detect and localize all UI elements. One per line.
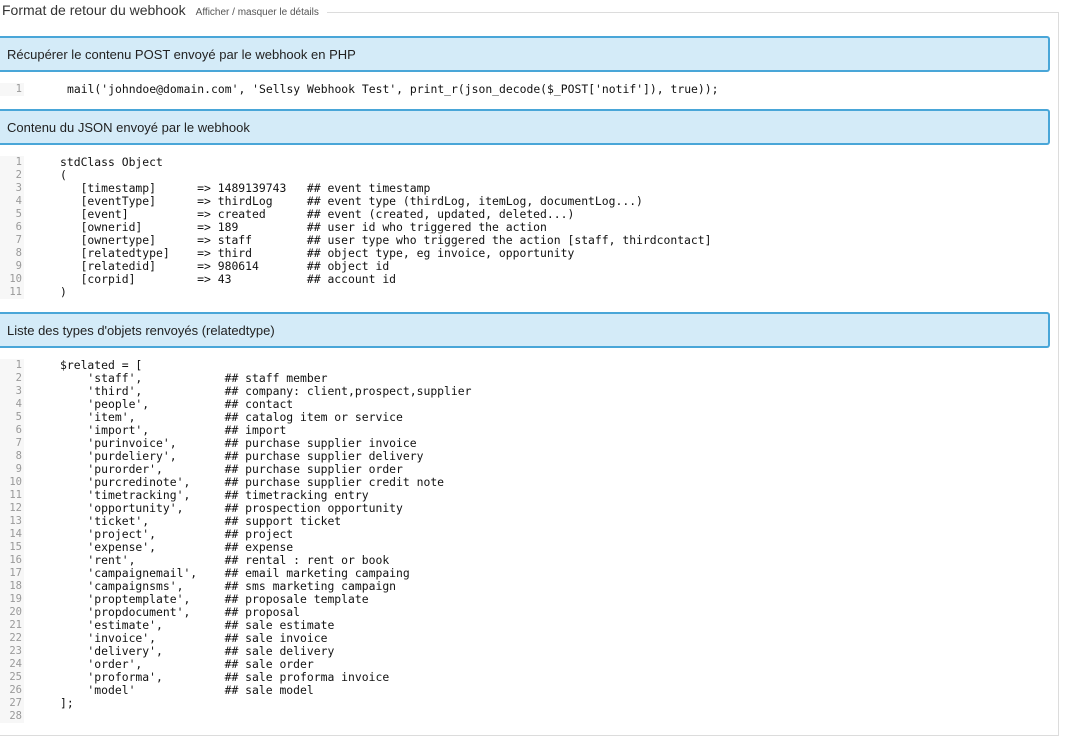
code-line: 1 mail('johndoe@domain.com', 'Sellsy Webh… (0, 83, 1058, 96)
line-number: 5 (0, 208, 24, 221)
code-line: 26 'model' ## sale model (0, 684, 1058, 697)
line-number: 10 (0, 476, 24, 489)
line-number: 25 (0, 671, 24, 684)
line-number: 16 (0, 554, 24, 567)
line-number: 14 (0, 528, 24, 541)
code-line: 28 (0, 710, 1058, 723)
line-number: 3 (0, 385, 24, 398)
line-number: 7 (0, 234, 24, 247)
code-line: 10 [corpid] => 43 ## account id (0, 273, 1058, 286)
line-number: 18 (0, 580, 24, 593)
code-line: 1 stdClass Object (0, 156, 1058, 169)
line-number: 6 (0, 424, 24, 437)
line-number: 10 (0, 273, 24, 286)
line-content: mail('johndoe@domain.com', 'Sellsy Webho… (67, 82, 719, 96)
line-number: 13 (0, 515, 24, 528)
code-block-php: 1 mail('johndoe@domain.com', 'Sellsy Webh… (0, 83, 1058, 96)
line-number: 15 (0, 541, 24, 554)
panel-title: Format de retour du webhook (2, 2, 186, 18)
line-number: 4 (0, 398, 24, 411)
line-number: 11 (0, 489, 24, 502)
line-number: 9 (0, 260, 24, 273)
code-block-relatedtype: 1 $related = [2 'staff', ## staff member 3… (0, 359, 1058, 723)
line-number: 8 (0, 450, 24, 463)
line-number: 2 (0, 169, 24, 182)
line-number: 19 (0, 593, 24, 606)
line-number: 1 (0, 156, 24, 169)
line-number: 5 (0, 411, 24, 424)
line-number: 11 (0, 286, 24, 299)
code-line: 27]; (0, 697, 1058, 710)
line-number: 20 (0, 606, 24, 619)
line-number: 23 (0, 645, 24, 658)
line-content: [corpid] => 43 ## account id (60, 272, 397, 286)
line-number: 6 (0, 221, 24, 234)
toggle-details-link[interactable]: Afficher / masquer le détails (196, 7, 319, 18)
line-number: 4 (0, 195, 24, 208)
line-number: 7 (0, 437, 24, 450)
line-number: 3 (0, 182, 24, 195)
line-number: 27 (0, 697, 24, 710)
line-content: stdClass Object (60, 155, 163, 169)
line-number: 26 (0, 684, 24, 697)
line-number: 17 (0, 567, 24, 580)
line-number: 2 (0, 372, 24, 385)
line-number: 8 (0, 247, 24, 260)
panel-legend: Format de retour du webhook Afficher / m… (0, 2, 327, 22)
line-content: ]; (60, 696, 74, 710)
line-number: 9 (0, 463, 24, 476)
section-header-php: Récupérer le contenu POST envoyé par le … (0, 36, 1050, 72)
line-number: 24 (0, 658, 24, 671)
line-number: 1 (0, 83, 24, 96)
code-block-json: 1 stdClass Object 2(3 [timestamp] => 14891… (0, 156, 1058, 299)
line-content (24, 710, 60, 723)
line-number: 28 (0, 710, 24, 723)
line-number: 12 (0, 502, 24, 515)
line-number: 21 (0, 619, 24, 632)
line-number: 22 (0, 632, 24, 645)
line-number: 1 (0, 359, 24, 372)
line-content: ) (60, 285, 67, 299)
section-header-relatedtype: Liste des types d'objets renvoyés (relat… (0, 312, 1050, 348)
code-line: 11) (0, 286, 1058, 299)
section-header-json: Contenu du JSON envoyé par le webhook (0, 109, 1050, 145)
